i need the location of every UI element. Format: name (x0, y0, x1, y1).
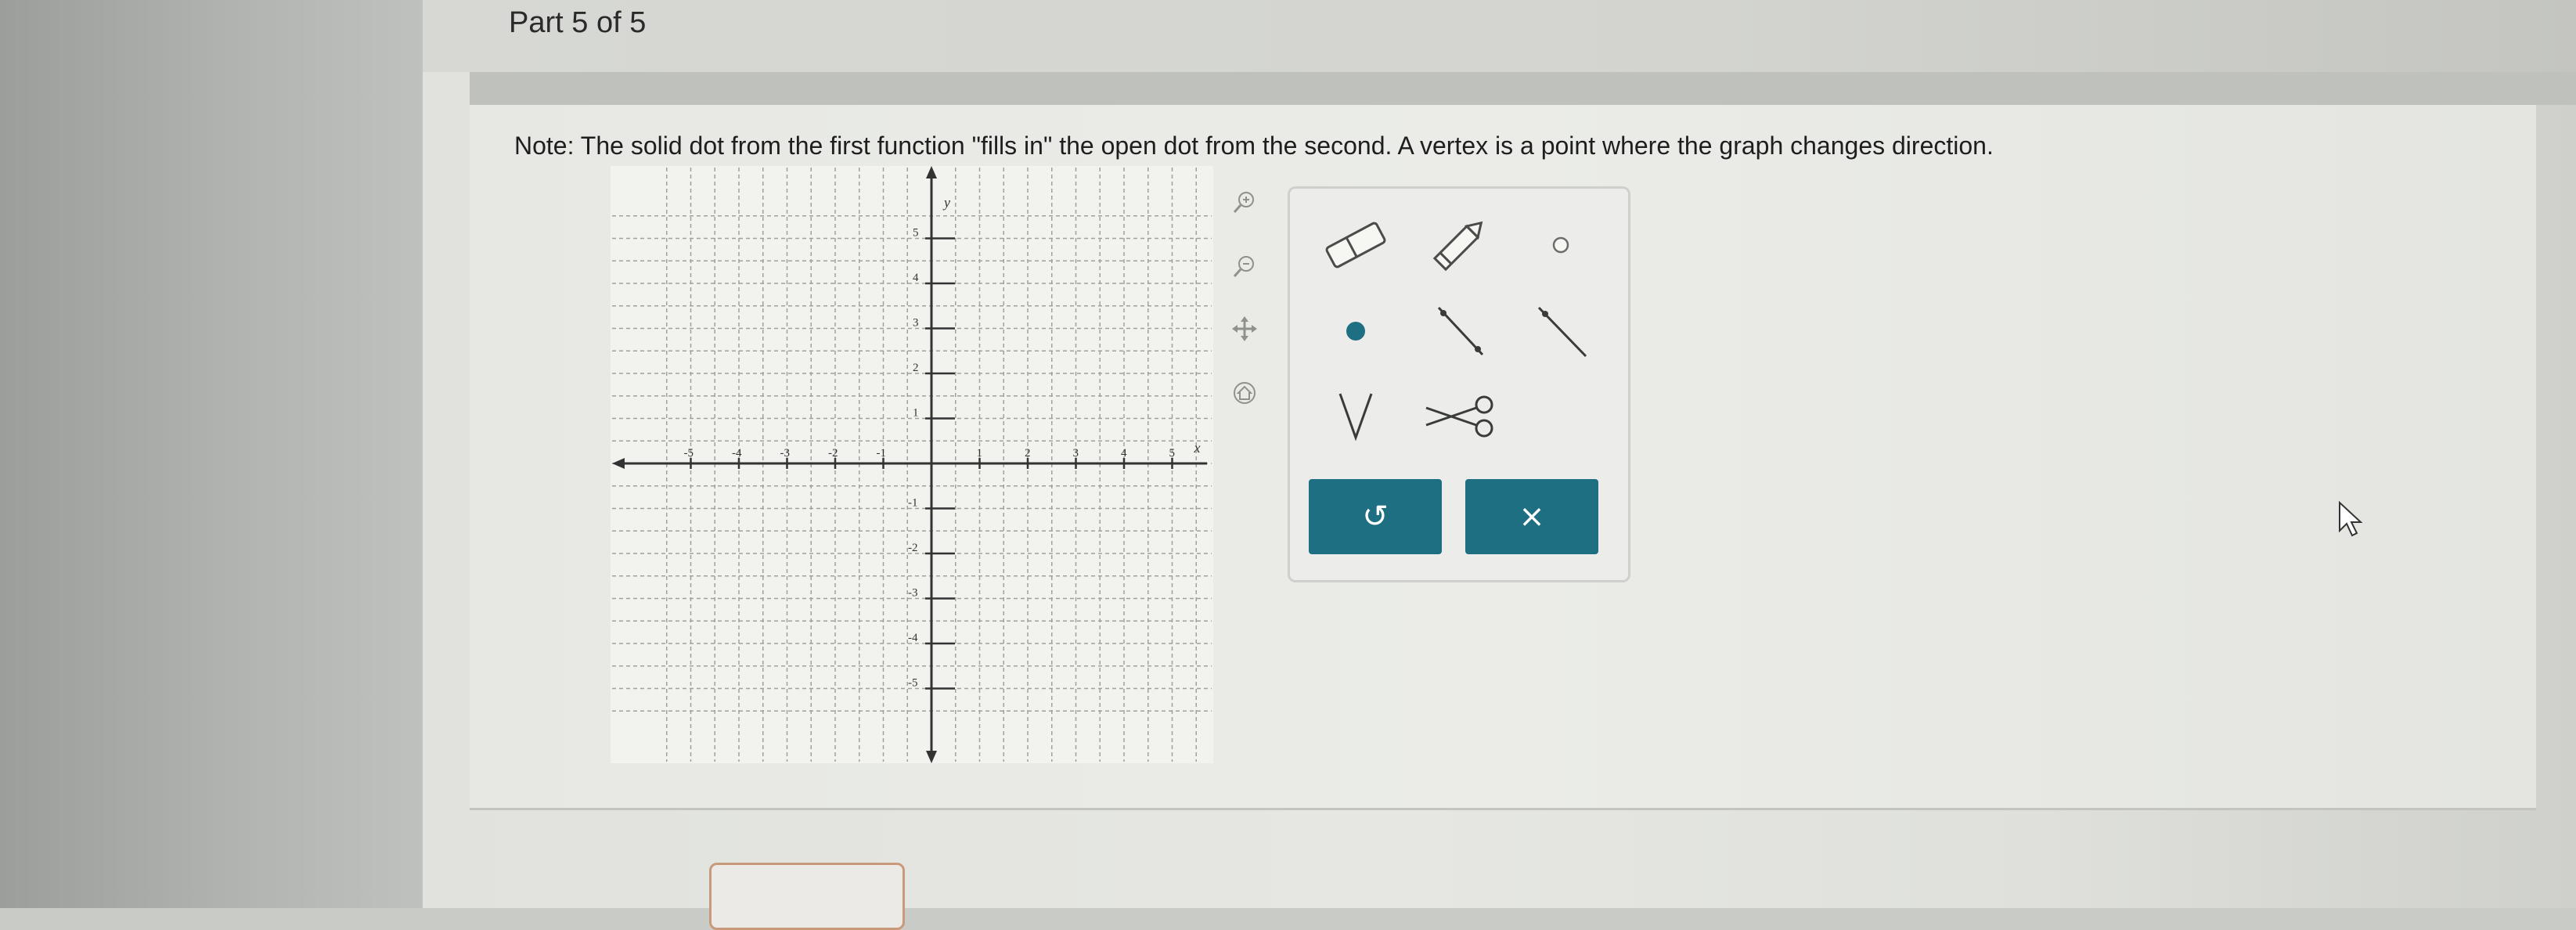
header-band (470, 72, 2576, 105)
y-tick-label: 4 (913, 272, 919, 284)
undo-button[interactable]: ↺ (1309, 479, 1442, 554)
check-answer-button[interactable] (709, 863, 905, 930)
note-text: Note: The solid dot from the first funct… (514, 132, 1994, 160)
zoom-out-icon[interactable] (1230, 252, 1259, 280)
y-tick-label: 2 (913, 362, 919, 374)
y-tick-label: -3 (908, 587, 918, 600)
vertex-icon[interactable] (1306, 377, 1406, 455)
left-margin (0, 0, 423, 908)
ray-icon[interactable] (1511, 292, 1611, 370)
solid-dot-icon[interactable] (1306, 292, 1406, 370)
x-tick-label: -3 (780, 447, 791, 460)
y-tick-label: 1 (913, 407, 919, 420)
x-tick-label: 1 (977, 447, 983, 460)
y-tick-label: 5 (913, 227, 919, 240)
x-tick-label: -5 (684, 447, 694, 460)
x-tick-label: -4 (732, 447, 742, 460)
part-label: Part 5 of 5 (509, 6, 647, 39)
y-tick-label: -5 (908, 677, 918, 690)
x-tick-label: -1 (877, 447, 887, 460)
x-tick-label: -2 (828, 447, 838, 460)
y-tick-label: -2 (908, 542, 918, 554)
y-tick-label: -1 (908, 497, 918, 510)
mouse-cursor-icon (2336, 499, 2366, 540)
x-tick-label: 5 (1169, 447, 1176, 460)
home-icon[interactable] (1230, 379, 1259, 407)
zoom-in-icon[interactable] (1230, 188, 1259, 216)
coordinate-grid[interactable]: -5 -4 -3 -2 -1 1 2 3 4 5 5 4 3 2 1 -1 -2 -3 -4 -5 x y (611, 166, 1213, 763)
eraser-icon[interactable] (1306, 206, 1406, 284)
part-header (423, 0, 2576, 72)
undo-icon: ↺ (1362, 499, 1389, 535)
clear-button[interactable]: × (1465, 479, 1598, 554)
segment-icon[interactable] (1409, 292, 1509, 370)
x-tick-label: 3 (1073, 447, 1079, 460)
x-tick-label: 4 (1121, 447, 1127, 460)
x-axis-label: x (1194, 440, 1201, 456)
pan-icon[interactable] (1230, 315, 1259, 343)
y-tick-label: -4 (908, 632, 918, 644)
graph-area[interactable]: -5 -4 -3 -2 -1 1 2 3 4 5 5 4 3 2 1 -1 -2 -3 -4 -5 x y (611, 166, 1213, 763)
close-icon: × (1519, 499, 1545, 535)
y-tick-label: 3 (913, 317, 919, 330)
x-tick-label: 2 (1025, 447, 1031, 460)
pencil-icon[interactable] (1409, 206, 1509, 284)
scissors-icon[interactable] (1409, 377, 1509, 455)
open-dot-icon[interactable] (1511, 206, 1611, 284)
y-axis-label: y (942, 195, 950, 211)
